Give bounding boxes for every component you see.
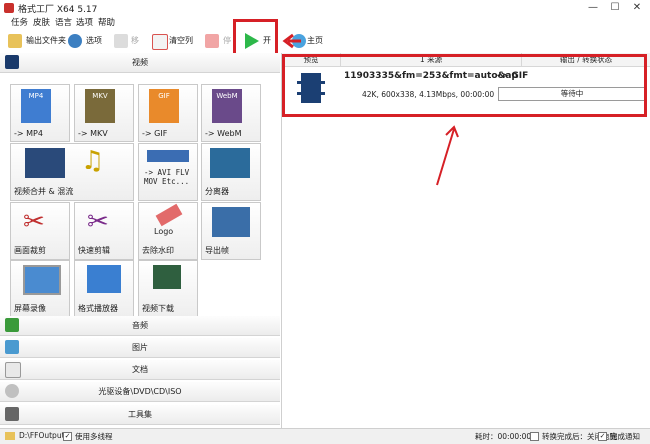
- after-convert-checkbox[interactable]: [530, 432, 539, 441]
- options-label: 选项: [86, 36, 102, 45]
- category-toolbox-label: 工具集: [128, 410, 152, 419]
- tile-label: -> GIF: [142, 129, 168, 138]
- red-arrow-annotation: [282, 33, 301, 49]
- category-audio-label: 音频: [132, 321, 148, 330]
- tile-avi-flv-mov[interactable]: -> AVI FLV MOV Etc...: [138, 143, 198, 201]
- crop-icon: ✂: [23, 207, 45, 237]
- tile-mkv[interactable]: MKV -> MKV: [74, 84, 134, 142]
- folder-icon: [8, 34, 22, 48]
- tile-format-player[interactable]: 格式播放器: [74, 260, 134, 318]
- remove-icon: [114, 34, 128, 48]
- category-document-label: 文档: [132, 365, 148, 374]
- export-frame-icon: [212, 207, 250, 237]
- start-button[interactable]: 开始: [244, 30, 278, 67]
- tile-video-download[interactable]: 视频下载: [138, 260, 198, 318]
- tile-label: 去除水印: [142, 246, 174, 255]
- tile-quick-clip[interactable]: ✂ 快速剪辑: [74, 202, 134, 260]
- tile-webm[interactable]: WebM -> WebM: [201, 84, 261, 142]
- tile-label: 画面裁剪: [14, 246, 46, 255]
- stop-button[interactable]: 停: [205, 30, 231, 52]
- tile-remove-watermark[interactable]: Logo 去除水印: [138, 202, 198, 260]
- window-title: 格式工厂 X64 5.17: [18, 5, 98, 15]
- menu-language[interactable]: 语言: [55, 16, 72, 30]
- logo-text: Logo: [154, 227, 174, 236]
- tile-label: -> WebM: [205, 129, 242, 138]
- remove-button[interactable]: 移除: [114, 30, 146, 67]
- output-path[interactable]: D:\FFOutput: [19, 431, 65, 440]
- tile-label: 格式播放器: [78, 304, 118, 313]
- tile-label: 导出帧: [205, 246, 229, 255]
- tile-label: 屏幕录像: [14, 304, 46, 313]
- tile-video-merge[interactable]: ♫ 视频合并 & 混流: [10, 143, 134, 201]
- task-panel: 预览 1 来源 输出 / 转换状态 11903335&fm=253&fmt=au…: [282, 53, 650, 428]
- minimize-button[interactable]: —: [582, 0, 604, 16]
- tile-label: 视频合并 & 混流: [14, 187, 74, 196]
- tile-label: -> AVI FLV MOV Etc...: [144, 168, 190, 186]
- webm-icon: WebM: [212, 89, 242, 123]
- tile-screen-record[interactable]: 屏幕录像: [10, 260, 70, 318]
- tile-label: -> MP4: [14, 129, 43, 138]
- format-player-icon: [87, 265, 121, 293]
- quick-clip-icon: ✂: [87, 207, 109, 237]
- status-bar: D:\FFOutput ✓ 使用多线程 耗时：00:00:00 转换完成后：关闭…: [0, 428, 650, 444]
- category-toolbox[interactable]: 工具集: [0, 405, 280, 425]
- home-label: 主页: [307, 36, 323, 45]
- category-video[interactable]: 视频: [0, 53, 280, 73]
- category-image-label: 图片: [132, 343, 148, 352]
- output-folder-button[interactable]: 输出文件夹: [8, 30, 66, 52]
- category-video-label: 视频: [132, 58, 148, 67]
- video-merge-icon: [25, 148, 65, 178]
- close-button[interactable]: ✕: [626, 0, 648, 16]
- multithread-checkbox[interactable]: ✓: [63, 432, 72, 441]
- category-optical[interactable]: 光驱设备\DVD\CD\ISO: [0, 382, 280, 402]
- splitter-icon: [210, 148, 250, 178]
- mkv-icon: MKV: [85, 89, 115, 123]
- category-optical-label: 光驱设备\DVD\CD\ISO: [98, 387, 182, 396]
- task-highlight-box: [282, 54, 647, 117]
- tile-label: 视频下载: [142, 304, 174, 313]
- format-strip-icon: [147, 150, 189, 162]
- toolbar: 输出文件夹 选项 移除 清空列表 停 开始 主页: [0, 19, 650, 67]
- clear-list-button[interactable]: 清空列表: [152, 30, 198, 67]
- notify-checkbox[interactable]: ✓: [598, 432, 607, 441]
- screen-record-icon: [23, 265, 61, 295]
- maximize-button[interactable]: ☐: [604, 0, 626, 16]
- app-logo-icon: [4, 3, 14, 13]
- output-folder-label: 输出文件夹: [26, 36, 66, 45]
- options-icon: [68, 34, 82, 48]
- options-button[interactable]: 选项: [68, 30, 104, 52]
- title-bar: 格式工厂 X64 5.17 — ☐ ✕: [0, 0, 650, 16]
- eraser-icon: [155, 203, 183, 227]
- start-play-icon: [245, 33, 259, 49]
- menu-task[interactable]: 任务: [11, 16, 28, 30]
- stop-icon: [205, 34, 219, 48]
- menu-skin[interactable]: 皮肤: [33, 16, 50, 30]
- left-panel: 视频 MP4 -> MP4 MKV -> MKV GIF -> GIF WebM…: [0, 53, 282, 428]
- tile-export-frame[interactable]: 导出帧: [201, 202, 261, 260]
- music-note-icon: ♫: [81, 146, 105, 176]
- notify-label: 完成通知: [610, 432, 640, 441]
- category-audio[interactable]: 音频: [0, 316, 280, 336]
- category-image[interactable]: 图片: [0, 338, 280, 358]
- menu-options[interactable]: 选项: [76, 16, 93, 30]
- category-document[interactable]: 文档: [0, 360, 280, 380]
- multithread-label: 使用多线程: [75, 432, 113, 441]
- clear-list-icon: [152, 34, 168, 50]
- red-arrow-up-annotation: [436, 125, 459, 186]
- menu-bar: 任务 皮肤 语言 选项 帮助: [0, 16, 650, 30]
- tile-crop[interactable]: ✂ 画面裁剪: [10, 202, 70, 260]
- tile-splitter[interactable]: 分离器: [201, 143, 261, 201]
- tile-mp4[interactable]: MP4 -> MP4: [10, 84, 70, 142]
- elapsed-time: 耗时：00:00:00: [475, 432, 532, 441]
- mp4-icon: MP4: [21, 89, 51, 123]
- gif-icon: GIF: [149, 89, 179, 123]
- tile-label: 快速剪辑: [78, 246, 110, 255]
- menu-help[interactable]: 帮助: [98, 16, 115, 30]
- video-download-icon: [153, 265, 181, 289]
- tile-gif[interactable]: GIF -> GIF: [138, 84, 198, 142]
- tile-label: 分离器: [205, 187, 229, 196]
- tile-label: -> MKV: [78, 129, 108, 138]
- output-folder-icon: [5, 432, 15, 440]
- stop-label: 停: [223, 36, 231, 45]
